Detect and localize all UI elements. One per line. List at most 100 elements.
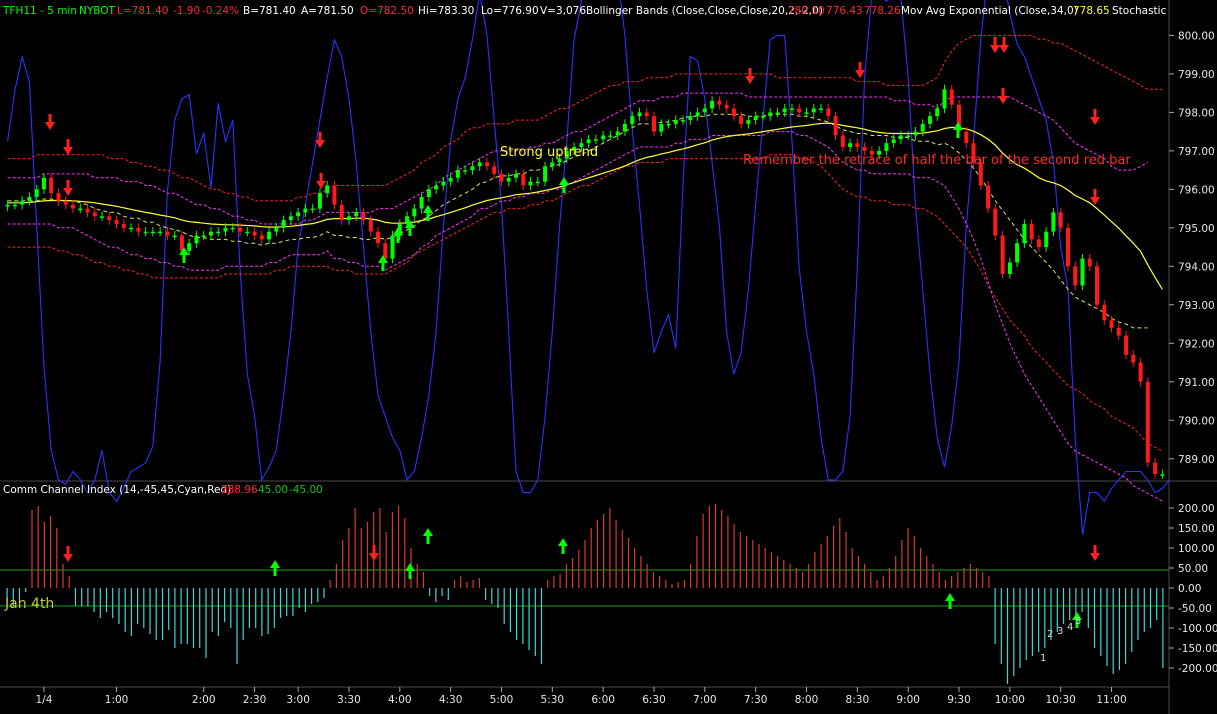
candle-body [717, 100, 722, 105]
candle-body [1138, 362, 1143, 382]
candle-body [455, 170, 460, 178]
cci-arrow-shaft [372, 545, 376, 553]
candle-body [1116, 327, 1121, 336]
down-arrow-price-shaft [1093, 109, 1097, 117]
candle-body [819, 108, 823, 110]
header-ema-value: 778.65 [1073, 5, 1110, 17]
candle-body [267, 231, 272, 240]
candle-body [223, 227, 228, 232]
candle-body [826, 108, 831, 117]
candle-body [928, 116, 932, 124]
cci-tick-label: 150.00 [1178, 523, 1215, 535]
candle-body [1102, 304, 1107, 321]
candle-body [622, 123, 627, 132]
time-tick-label: 11:00 [1096, 694, 1126, 706]
candle-body [136, 227, 141, 232]
candle-body [470, 166, 475, 171]
candle-body [506, 177, 511, 182]
header-ema-label: Mov Avg Exponential (Close,34,0) [901, 5, 1078, 17]
candle-body [1036, 239, 1041, 248]
candle-body [840, 135, 845, 147]
candle-body [811, 108, 816, 113]
down-arrow-price-shaft [48, 114, 52, 122]
candle-body [521, 173, 526, 186]
candle-body [347, 216, 351, 221]
candle-body [593, 139, 598, 141]
candle-body [688, 116, 693, 120]
candle-body [20, 200, 25, 205]
down-arrow-price-shaft [318, 132, 322, 140]
header-high: Hi=783.30 [418, 5, 474, 17]
candle-body [543, 166, 548, 182]
candle-body [317, 193, 322, 209]
candle-body [659, 123, 664, 132]
candle-body [325, 185, 330, 194]
candle-body [630, 116, 635, 124]
down-arrow-price-shaft [858, 62, 862, 70]
candle-body [1124, 335, 1129, 355]
candle-body [201, 235, 206, 237]
candle-body [114, 220, 119, 224]
cci-label: Comm Channel Index (14,-45,45,Cyan,Red) [3, 484, 231, 496]
candle-body [535, 181, 540, 184]
down-arrow-price-shaft [1002, 37, 1006, 45]
candle-body [1087, 258, 1092, 267]
candle-body [107, 216, 112, 221]
candle-body [100, 216, 104, 218]
header-bb-v3: 778.26 [864, 5, 901, 17]
candle-body [1051, 212, 1056, 232]
candle-body [158, 231, 163, 234]
candle-body [760, 116, 765, 118]
candle-body [1044, 231, 1049, 248]
candle-body [1080, 258, 1085, 286]
cci-arrow-shaft [66, 546, 70, 554]
candle-body [499, 173, 504, 182]
candle-body [463, 170, 468, 172]
candle-body [419, 197, 424, 209]
candle-body [187, 243, 192, 251]
down-arrow-price-shaft [319, 173, 323, 181]
price-tick-label: 792.00 [1178, 338, 1215, 350]
cci-arrow-shaft [408, 571, 412, 579]
candle-body [143, 231, 148, 234]
cci-lower: -45.00 [289, 484, 323, 496]
candle-body [383, 243, 388, 259]
candle-body [390, 235, 395, 259]
candle-body [768, 112, 773, 117]
cci-tick-label: -150.00 [1178, 643, 1217, 655]
time-tick-label: 6:00 [591, 694, 615, 706]
time-tick-label: 2:30 [243, 694, 267, 706]
header-change: -1.90 [173, 5, 200, 17]
candle-body [85, 208, 90, 213]
price-tick-label: 798.00 [1178, 107, 1215, 119]
candle-body [1007, 262, 1012, 274]
candle-body [644, 112, 649, 117]
header-exchange: NYBOT [79, 5, 116, 17]
candle-body [949, 89, 954, 105]
candle-body [303, 208, 308, 213]
cci-tick-label: 200.00 [1178, 503, 1215, 515]
candle-body [172, 235, 177, 237]
candle-body [920, 123, 925, 132]
time-tick-label: 2:00 [192, 694, 216, 706]
price-tick-label: 790.00 [1178, 415, 1215, 427]
candle-body [361, 212, 366, 221]
candle-body [1022, 224, 1027, 244]
candle-body [739, 116, 744, 124]
count-4: 4 [1067, 622, 1073, 633]
chart-canvas: 789.00 790.00 791.00 792.00 793.00 794.00 795.… [0, 0, 1217, 714]
count-1: 1 [1040, 653, 1046, 664]
candle-body [514, 173, 518, 178]
candle-body [724, 104, 729, 109]
candle-body [986, 185, 991, 209]
candle-body [238, 227, 242, 232]
candle-body [1131, 354, 1136, 363]
candle-body [448, 177, 453, 182]
candle-body [230, 227, 235, 230]
count-2: 2 [1047, 629, 1053, 640]
price-tick-label: 793.00 [1178, 300, 1215, 312]
price-tick-label: 797.00 [1178, 146, 1215, 158]
candle-body [775, 112, 780, 114]
candle-body [49, 177, 54, 194]
candle-body [259, 235, 264, 240]
